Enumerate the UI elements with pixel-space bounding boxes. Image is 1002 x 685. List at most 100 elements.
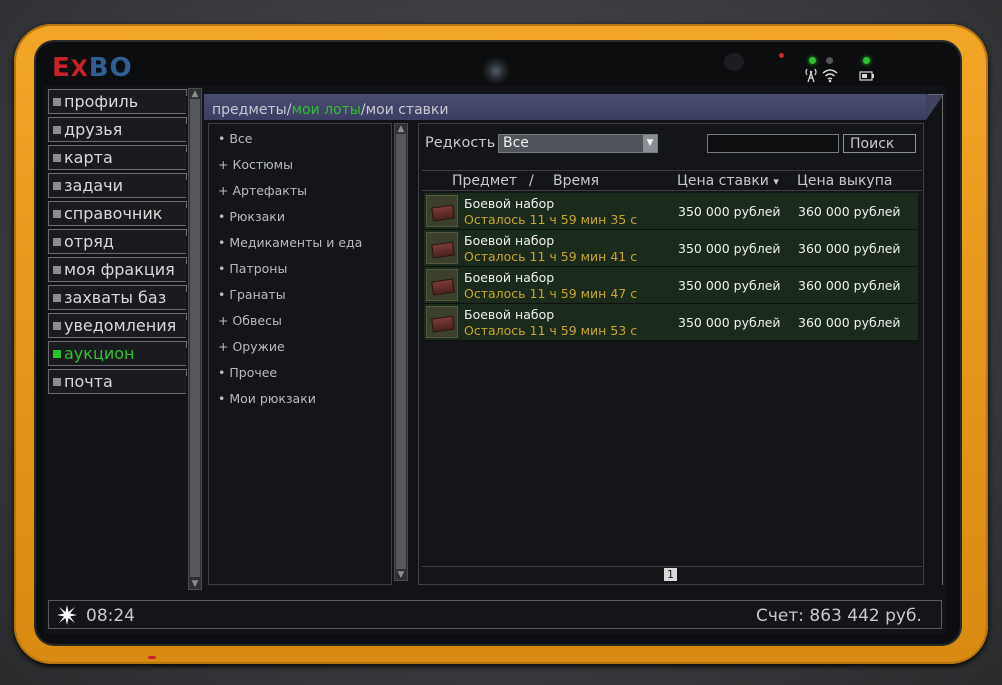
sidebar-item-profile[interactable]: профиль: [48, 89, 187, 114]
column-header-item[interactable]: Предмет: [452, 173, 517, 189]
category-ammo[interactable]: • Патроны: [218, 261, 287, 276]
camera-lens: [481, 56, 511, 86]
wifi-led: [826, 57, 833, 64]
bullet-square-icon: [53, 294, 61, 302]
item-name: Боевой набор: [464, 307, 555, 322]
table-row[interactable]: Боевой набор Осталось 11 ч 59 мин 53 с 3…: [424, 304, 918, 341]
breadcrumb-items[interactable]: предметы: [212, 102, 287, 118]
item-name: Боевой набор: [464, 196, 555, 211]
bullet-square-icon: [53, 266, 61, 274]
divider: [422, 170, 922, 171]
bullet-square-icon: [53, 378, 61, 386]
sidebar-item-friends[interactable]: друзья: [48, 117, 187, 142]
bid-price: 350 000 рублей: [678, 241, 781, 256]
bullet-square-icon: [53, 210, 61, 218]
item-name: Боевой набор: [464, 270, 555, 285]
buyout-price: 360 000 рублей: [798, 315, 901, 330]
exbo-logo: EXBO: [52, 53, 133, 83]
column-header-time[interactable]: Время: [553, 173, 599, 189]
scroll-up-arrow-icon[interactable]: ▲: [395, 124, 407, 134]
panel-frame: [928, 94, 943, 585]
buyout-price: 360 000 рублей: [798, 204, 901, 219]
table-row[interactable]: Боевой набор Осталось 11 ч 59 мин 41 с 3…: [424, 230, 918, 267]
signal-tower-icon: [803, 67, 819, 87]
power-indicator: [148, 656, 156, 659]
category-suits[interactable]: + Костюмы: [218, 157, 293, 172]
column-header-sep: /: [529, 173, 534, 189]
search-input[interactable]: [707, 134, 839, 153]
divider: [422, 190, 922, 191]
search-button[interactable]: Поиск: [843, 134, 916, 153]
sidebar-item-base-captures[interactable]: захваты баз: [48, 285, 187, 310]
chevron-down-icon[interactable]: ▼: [643, 135, 657, 152]
wifi-icon: [821, 67, 839, 87]
category-scrollbar[interactable]: ▲ ▼: [394, 123, 408, 581]
sidebar-item-auction[interactable]: аукцион: [48, 341, 187, 366]
item-name: Боевой набор: [464, 233, 555, 248]
combat-kit-thumbnail: [426, 269, 458, 301]
sidebar-item-squad[interactable]: отряд: [48, 229, 187, 254]
sort-desc-icon: ▾: [773, 175, 779, 188]
bullet-square-icon: [53, 154, 61, 162]
sidebar-item-faction[interactable]: моя фракция: [48, 257, 187, 282]
item-time-left: Осталось 11 ч 59 мин 47 с: [464, 286, 638, 301]
sidebar-item-mail[interactable]: почта: [48, 369, 187, 394]
sidebar-item-tasks[interactable]: задачи: [48, 173, 187, 198]
bullet-square-icon: [53, 182, 61, 190]
bid-price: 350 000 рублей: [678, 204, 781, 219]
bid-price: 350 000 рублей: [678, 315, 781, 330]
category-backpacks[interactable]: • Рюкзаки: [218, 209, 285, 224]
category-medicine-food[interactable]: • Медикаменты и еда: [218, 235, 362, 250]
sidebar-scrollbar[interactable]: ▲ ▼: [188, 88, 202, 590]
light-sensor: [724, 53, 744, 71]
bullet-square-icon: [53, 98, 61, 106]
buyout-price: 360 000 рублей: [798, 241, 901, 256]
table-row[interactable]: Боевой набор Осталось 11 ч 59 мин 47 с 3…: [424, 267, 918, 304]
combat-kit-thumbnail: [426, 306, 458, 338]
sun-icon: [56, 604, 78, 630]
bullet-square-icon: [53, 238, 61, 246]
combat-kit-thumbnail: [426, 232, 458, 264]
breadcrumb-my-bids[interactable]: мои ставки: [366, 102, 449, 118]
divider: [422, 566, 922, 567]
category-grenades[interactable]: • Гранаты: [218, 287, 286, 302]
clock: 08:24: [86, 606, 135, 626]
bullet-square-icon: [53, 126, 61, 134]
category-artifacts[interactable]: + Артефакты: [218, 183, 307, 198]
sidebar-item-notifications[interactable]: уведомления: [48, 313, 187, 338]
column-header-buyout-price[interactable]: Цена выкупа: [797, 173, 892, 189]
rarity-select[interactable]: Все ▼: [498, 134, 658, 153]
indicator-dot: [779, 53, 784, 58]
rarity-label: Редкость: [425, 135, 496, 151]
buyout-price: 360 000 рублей: [798, 278, 901, 293]
item-time-left: Осталось 11 ч 59 мин 35 с: [464, 212, 638, 227]
scrollbar-thumb[interactable]: [190, 99, 200, 577]
signal-led: [809, 57, 816, 64]
category-other[interactable]: • Прочее: [218, 365, 277, 380]
scroll-up-arrow-icon[interactable]: ▲: [189, 89, 201, 99]
battery-icon: [859, 70, 875, 85]
combat-kit-thumbnail: [426, 195, 458, 227]
category-attachments[interactable]: + Обвесы: [218, 313, 282, 328]
sidebar-item-map[interactable]: карта: [48, 145, 187, 170]
battery-led: [863, 57, 870, 64]
breadcrumb-my-lots[interactable]: мои лоты: [291, 102, 360, 118]
breadcrumb: предметы/мои лоты/мои ставки: [212, 102, 449, 118]
category-my-backpacks[interactable]: • Мои рюкзаки: [218, 391, 316, 406]
rarity-select-value: Все: [503, 135, 529, 151]
account-balance: Счет: 863 442 руб.: [756, 606, 922, 626]
category-weapons[interactable]: + Оружие: [218, 339, 285, 354]
column-header-bid-price[interactable]: Цена ставки ▾: [677, 173, 779, 189]
item-time-left: Осталось 11 ч 59 мин 41 с: [464, 249, 638, 264]
bullet-square-icon: [53, 350, 61, 358]
sidebar-item-reference[interactable]: справочник: [48, 201, 187, 226]
bid-price: 350 000 рублей: [678, 278, 781, 293]
scrollbar-thumb[interactable]: [396, 134, 406, 569]
bullet-square-icon: [53, 322, 61, 330]
scroll-down-arrow-icon[interactable]: ▼: [395, 570, 407, 580]
item-time-left: Осталось 11 ч 59 мин 53 с: [464, 323, 638, 338]
table-row[interactable]: Боевой набор Осталось 11 ч 59 мин 35 с 3…: [424, 193, 918, 230]
scroll-down-arrow-icon[interactable]: ▼: [189, 579, 201, 589]
page-button-1[interactable]: 1: [664, 568, 677, 581]
category-all[interactable]: • Все: [218, 131, 253, 146]
